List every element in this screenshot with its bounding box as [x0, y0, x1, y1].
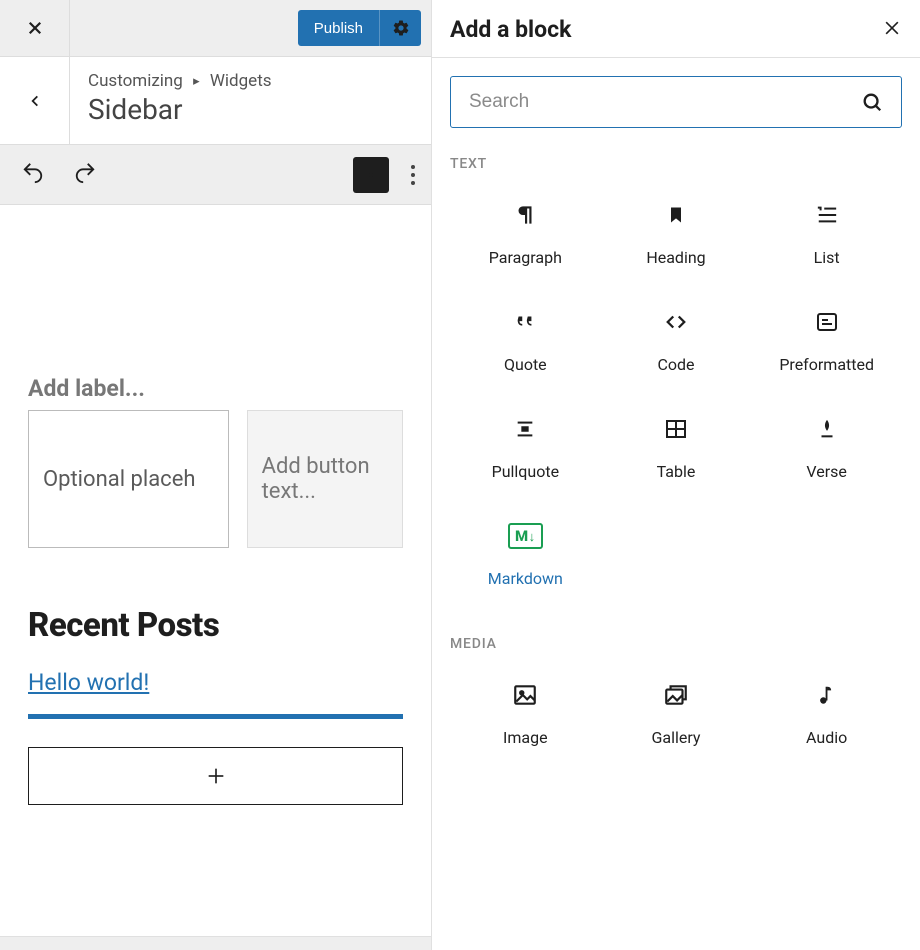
close-inserter-button[interactable]	[882, 18, 902, 42]
search-icon	[861, 91, 883, 113]
block-label: Table	[657, 462, 696, 481]
block-label: Image	[503, 728, 548, 747]
pullquote-icon	[511, 414, 539, 444]
breadcrumb-child: Widgets	[210, 71, 272, 91]
block-label: Verse	[806, 462, 847, 481]
quote-icon	[510, 307, 540, 337]
table-icon	[663, 414, 689, 444]
block-verse[interactable]: Verse	[751, 414, 902, 481]
block-inserter-panel: Add a block TEXT Paragraph Heading List Quo…	[432, 0, 920, 950]
block-label: Heading	[646, 248, 705, 267]
undo-icon	[20, 162, 46, 184]
block-image[interactable]: Image	[450, 680, 601, 747]
gear-icon	[392, 19, 410, 37]
block-label: Audio	[806, 728, 847, 747]
plus-icon	[360, 164, 382, 186]
list-icon	[813, 200, 841, 230]
chevron-left-icon	[28, 91, 42, 111]
editor-area: Add label... Optional placeh Add button …	[0, 205, 431, 936]
undo-button[interactable]	[16, 158, 50, 191]
search-input[interactable]	[469, 91, 861, 113]
code-icon	[661, 307, 691, 337]
block-label: Code	[657, 355, 694, 374]
block-preformatted[interactable]: Preformatted	[751, 307, 902, 374]
chevron-right-icon: ▸	[193, 74, 200, 89]
block-gallery[interactable]: Gallery	[601, 680, 752, 747]
breadcrumb-root: Customizing	[88, 71, 183, 91]
label-placeholder[interactable]: Add label...	[28, 375, 403, 402]
block-pullquote[interactable]: Pullquote	[450, 414, 601, 481]
block-label: Paragraph	[489, 248, 562, 267]
breadcrumb-title: Sidebar	[88, 93, 272, 126]
block-list[interactable]: List	[751, 200, 902, 267]
close-icon	[882, 18, 902, 38]
close-customizer-button[interactable]	[0, 0, 70, 57]
block-label: Preformatted	[779, 355, 874, 374]
block-label: List	[814, 248, 840, 267]
post-link[interactable]: Hello world!	[28, 669, 149, 696]
breadcrumb: Customizing ▸ Widgets	[88, 71, 272, 91]
audio-icon	[816, 680, 838, 710]
block-appender-button[interactable]	[28, 747, 403, 805]
block-audio[interactable]: Audio	[751, 680, 902, 747]
block-table[interactable]: Table	[601, 414, 752, 481]
block-quote[interactable]: Quote	[450, 307, 601, 374]
block-label: Quote	[504, 355, 547, 374]
customizer-topbar: Publish	[0, 0, 431, 57]
category-media: MEDIA	[450, 636, 902, 652]
publish-button[interactable]: Publish	[298, 10, 421, 46]
dot-icon	[411, 165, 415, 169]
plus-icon	[205, 765, 227, 787]
button-text-input[interactable]: Add button text...	[247, 410, 403, 548]
paragraph-icon	[512, 200, 538, 230]
block-markdown[interactable]: M↓ Markdown	[450, 521, 601, 588]
add-block-button[interactable]	[353, 157, 389, 193]
editor-toolbar	[0, 145, 431, 205]
preformatted-icon	[813, 307, 841, 337]
optional-placeholder-input[interactable]: Optional placeh	[28, 410, 229, 548]
inserter-title: Add a block	[450, 16, 571, 43]
heading-icon	[666, 200, 686, 230]
image-icon	[511, 680, 539, 710]
customizer-panel: Publish Customizing ▸ Widgets Sidebar	[0, 0, 432, 950]
widget-heading[interactable]: Recent Posts	[28, 606, 403, 645]
publish-label: Publish	[298, 20, 379, 37]
close-icon	[26, 19, 44, 37]
more-options-button[interactable]	[411, 165, 415, 185]
redo-button[interactable]	[68, 158, 102, 191]
gallery-icon	[662, 680, 690, 710]
block-label: Gallery	[651, 728, 700, 747]
category-text: TEXT	[450, 156, 902, 172]
publish-settings-button[interactable]	[379, 10, 421, 46]
markdown-icon: M↓	[508, 521, 543, 551]
back-button[interactable]	[0, 57, 70, 144]
block-label: Pullquote	[492, 462, 559, 481]
redo-icon	[72, 162, 98, 184]
block-code[interactable]: Code	[601, 307, 752, 374]
verse-icon	[816, 414, 838, 444]
breadcrumb-row: Customizing ▸ Widgets Sidebar	[0, 57, 431, 145]
block-search[interactable]	[450, 76, 902, 128]
block-paragraph[interactable]: Paragraph	[450, 200, 601, 267]
block-label: Markdown	[488, 569, 563, 588]
block-heading[interactable]: Heading	[601, 200, 752, 267]
footer-strip	[0, 936, 431, 950]
